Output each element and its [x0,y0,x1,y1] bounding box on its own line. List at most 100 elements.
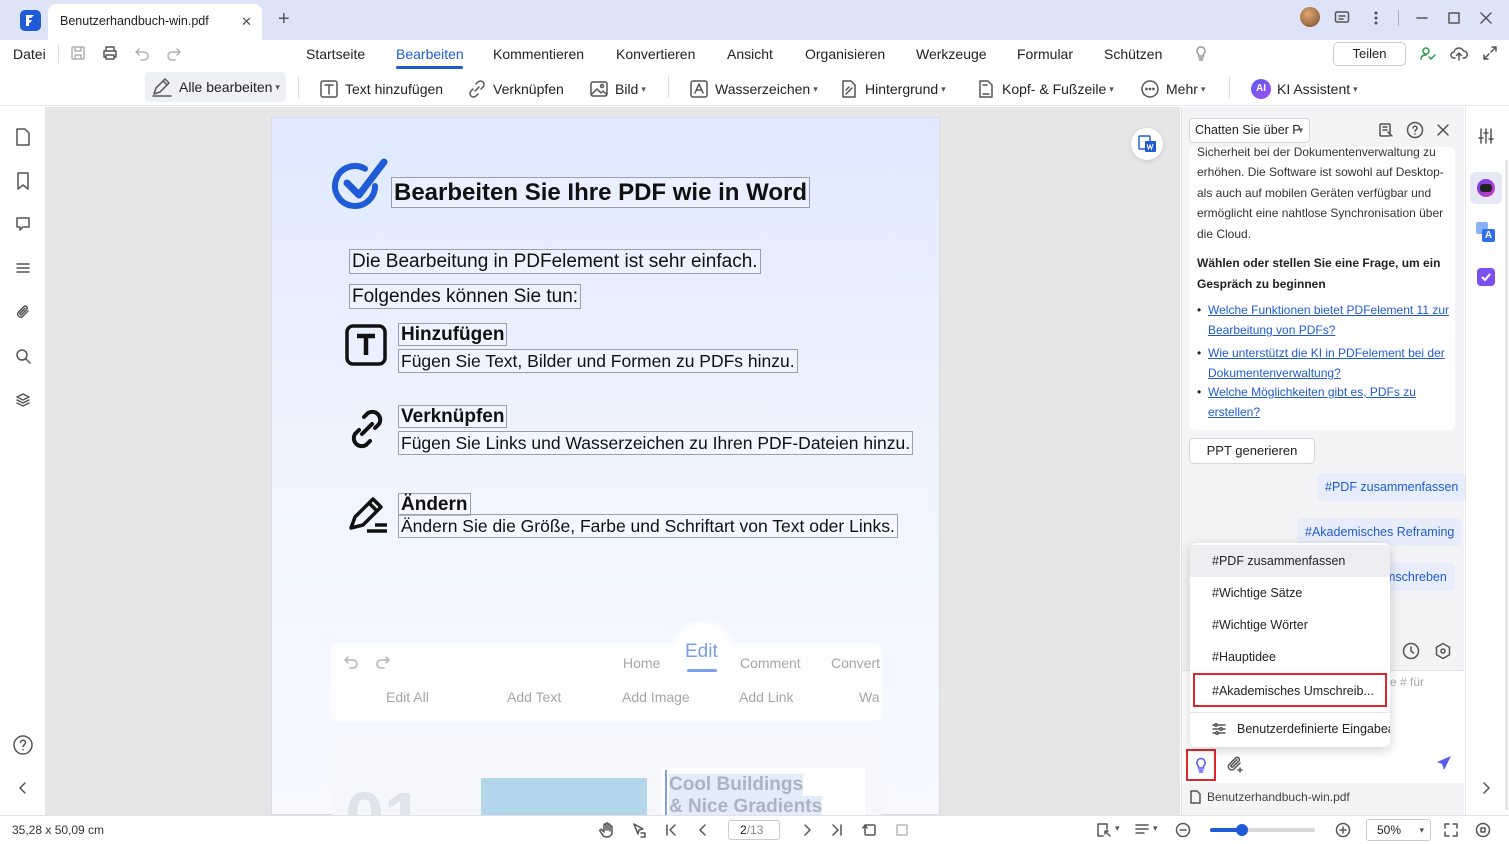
prompt-chip-academic-reframing[interactable]: #Akademisches Reframing [1297,518,1463,546]
tab-ansicht[interactable]: Ansicht [727,46,773,62]
header-footer-button[interactable]: Kopf- & Fußzeile ▾ [976,76,1114,102]
feature-add-title[interactable]: Hinzufügen [398,323,508,346]
print-icon[interactable] [102,45,118,61]
document-tab[interactable]: Benutzerhandbuch-win.pdf ✕ [48,4,262,40]
history-icon[interactable] [1402,642,1420,660]
upload-cloud-icon[interactable] [1450,45,1468,61]
dropdown-item-key-words[interactable]: #Wichtige Wörter [1190,609,1390,641]
dropdown-item-academic-rewrite[interactable]: #Akademisches Umschreib... [1193,673,1387,707]
dropdown-item-summarize[interactable]: #PDF zusammenfassen [1190,545,1390,577]
suggested-question-2-link[interactable]: Wie unterstützt die KI in PDFelement bei… [1208,343,1451,383]
properties-sliders-icon[interactable] [1478,128,1494,144]
send-icon[interactable] [1436,755,1452,771]
fit-page-icon[interactable] [1096,822,1112,838]
previous-page-icon[interactable] [696,823,710,837]
suggested-question-1[interactable]: • Welche Funktionen bietet PDFelement 11… [1197,300,1451,340]
message-icon[interactable] [1334,10,1350,26]
translate-icon[interactable]: A [1476,222,1496,242]
expand-icon[interactable] [1482,45,1498,61]
image-button[interactable]: Bild ▾ [589,76,646,102]
rotate-page-icon[interactable] [862,822,878,838]
tab-startseite[interactable]: Startseite [306,46,365,62]
suggested-question-2[interactable]: • Wie unterstützt die KI in PDFelement b… [1197,343,1451,383]
suggested-question-3[interactable]: • Welche Möglichkeiten gibt es, PDFs zu … [1197,382,1451,422]
tab-organisieren[interactable]: Organisieren [805,46,885,62]
settings-icon[interactable] [1434,642,1452,660]
feature-link-desc[interactable]: Fügen Sie Links und Wasserzeichen zu Ihr… [398,431,914,455]
watermark-button[interactable]: Wasserzeichen ▾ [689,76,818,102]
undo-icon[interactable] [134,45,150,61]
dropdown-item-custom-input[interactable]: Benutzerdefinierte Eingabeau [1190,713,1390,745]
more-button[interactable]: Mehr ▾ [1140,76,1205,102]
minimize-icon[interactable] [1414,10,1430,26]
zoom-in-icon[interactable] [1335,822,1351,838]
link-button[interactable]: Verknüpfen [467,76,564,102]
tab-formular[interactable]: Formular [1017,46,1073,62]
edit-all-button[interactable]: Alle bearbeiten ▾ [145,72,286,102]
maximize-icon[interactable] [1446,10,1462,26]
chevron-down-icon[interactable]: ▾ [1115,823,1120,834]
fullscreen-icon[interactable] [1443,822,1459,838]
ai-assistant-button[interactable]: AI KI Assistent ▾ [1251,76,1358,102]
summary-icon[interactable] [1378,122,1394,138]
attachment-icon[interactable] [1226,755,1244,773]
file-menu[interactable]: Datei [13,46,46,62]
crop-page-icon[interactable] [894,822,910,838]
ai-assistant-panel-button[interactable] [1470,172,1502,204]
attached-file[interactable]: Benutzerhandbuch-win.pdf [1189,790,1350,804]
panel-scrollbar[interactable] [1505,160,1508,810]
help-icon[interactable] [12,734,34,756]
generate-ppt-button[interactable]: PPT generieren [1189,438,1315,464]
feature-link-title[interactable]: Verknüpfen [398,405,508,428]
close-tab-icon[interactable]: ✕ [241,14,252,30]
dropdown-item-key-sentences[interactable]: #Wichtige Sätze [1190,577,1390,609]
help-icon[interactable] [1406,121,1424,139]
add-text-button[interactable]: Text hinzufügen [319,76,443,102]
tab-konvertieren[interactable]: Konvertieren [616,46,695,62]
intro-line-2[interactable]: Folgendes können Sie tun: [349,284,582,309]
select-tool-icon[interactable] [631,822,647,838]
comment-icon[interactable] [15,216,31,232]
intro-line-1[interactable]: Die Bearbeitung in PDFelement ist sehr e… [349,249,761,274]
save-icon[interactable] [70,45,86,61]
proofread-icon[interactable] [1477,268,1495,286]
stop-icon[interactable] [1475,822,1491,838]
share-button[interactable]: Teilen [1333,42,1406,66]
prompt-library-button[interactable] [1186,749,1216,781]
lightbulb-icon[interactable] [1193,45,1209,61]
new-tab-icon[interactable]: + [278,8,290,31]
collapse-left-icon[interactable] [17,781,29,795]
more-vertical-icon[interactable] [1368,10,1384,26]
feature-change-title[interactable]: Ändern [398,493,471,516]
collapse-right-icon[interactable] [1480,781,1492,795]
chat-mode-select[interactable]: Chatten Sie über P ▾ [1189,118,1310,143]
background-button[interactable]: Hintergrund ▾ [839,76,946,102]
sync-status-icon[interactable] [1420,45,1436,61]
reading-mode-icon[interactable] [1134,822,1150,838]
tab-kommentieren[interactable]: Kommentieren [493,46,584,62]
zoom-level-select[interactable]: 50% ▾ [1366,819,1431,841]
zoom-out-icon[interactable] [1175,822,1191,838]
next-page-icon[interactable] [800,823,814,837]
page-number-input[interactable]: 2/13 [728,820,780,840]
zoom-slider[interactable] [1210,824,1315,836]
feature-change-desc[interactable]: Ändern Sie die Größe, Farbe und Schrifta… [398,514,898,538]
translate-word-button[interactable] [1131,128,1163,160]
search-icon[interactable] [15,348,31,364]
suggested-question-1-link[interactable]: Welche Funktionen bietet PDFelement 11 z… [1208,300,1451,340]
redo-icon[interactable] [166,45,182,61]
suggested-question-3-link[interactable]: Welche Möglichkeiten gibt es, PDFs zu er… [1208,382,1428,422]
bookmark-icon[interactable] [15,172,31,190]
tab-bearbeiten[interactable]: Bearbeiten [396,46,464,62]
close-window-icon[interactable] [1478,10,1494,26]
page-title[interactable]: Bearbeiten Sie Ihre PDF wie in Word [391,177,810,208]
tab-schuetzen[interactable]: Schützen [1104,46,1162,62]
first-page-icon[interactable] [664,823,678,837]
avatar[interactable] [1300,7,1320,27]
chevron-down-icon[interactable]: ▾ [1153,823,1158,834]
zoom-slider-thumb[interactable] [1236,824,1248,836]
hand-tool-icon[interactable] [599,822,615,838]
attachment-icon[interactable] [15,304,31,320]
page-thumbnail-icon[interactable] [15,128,31,146]
tab-werkzeuge[interactable]: Werkzeuge [916,46,987,62]
